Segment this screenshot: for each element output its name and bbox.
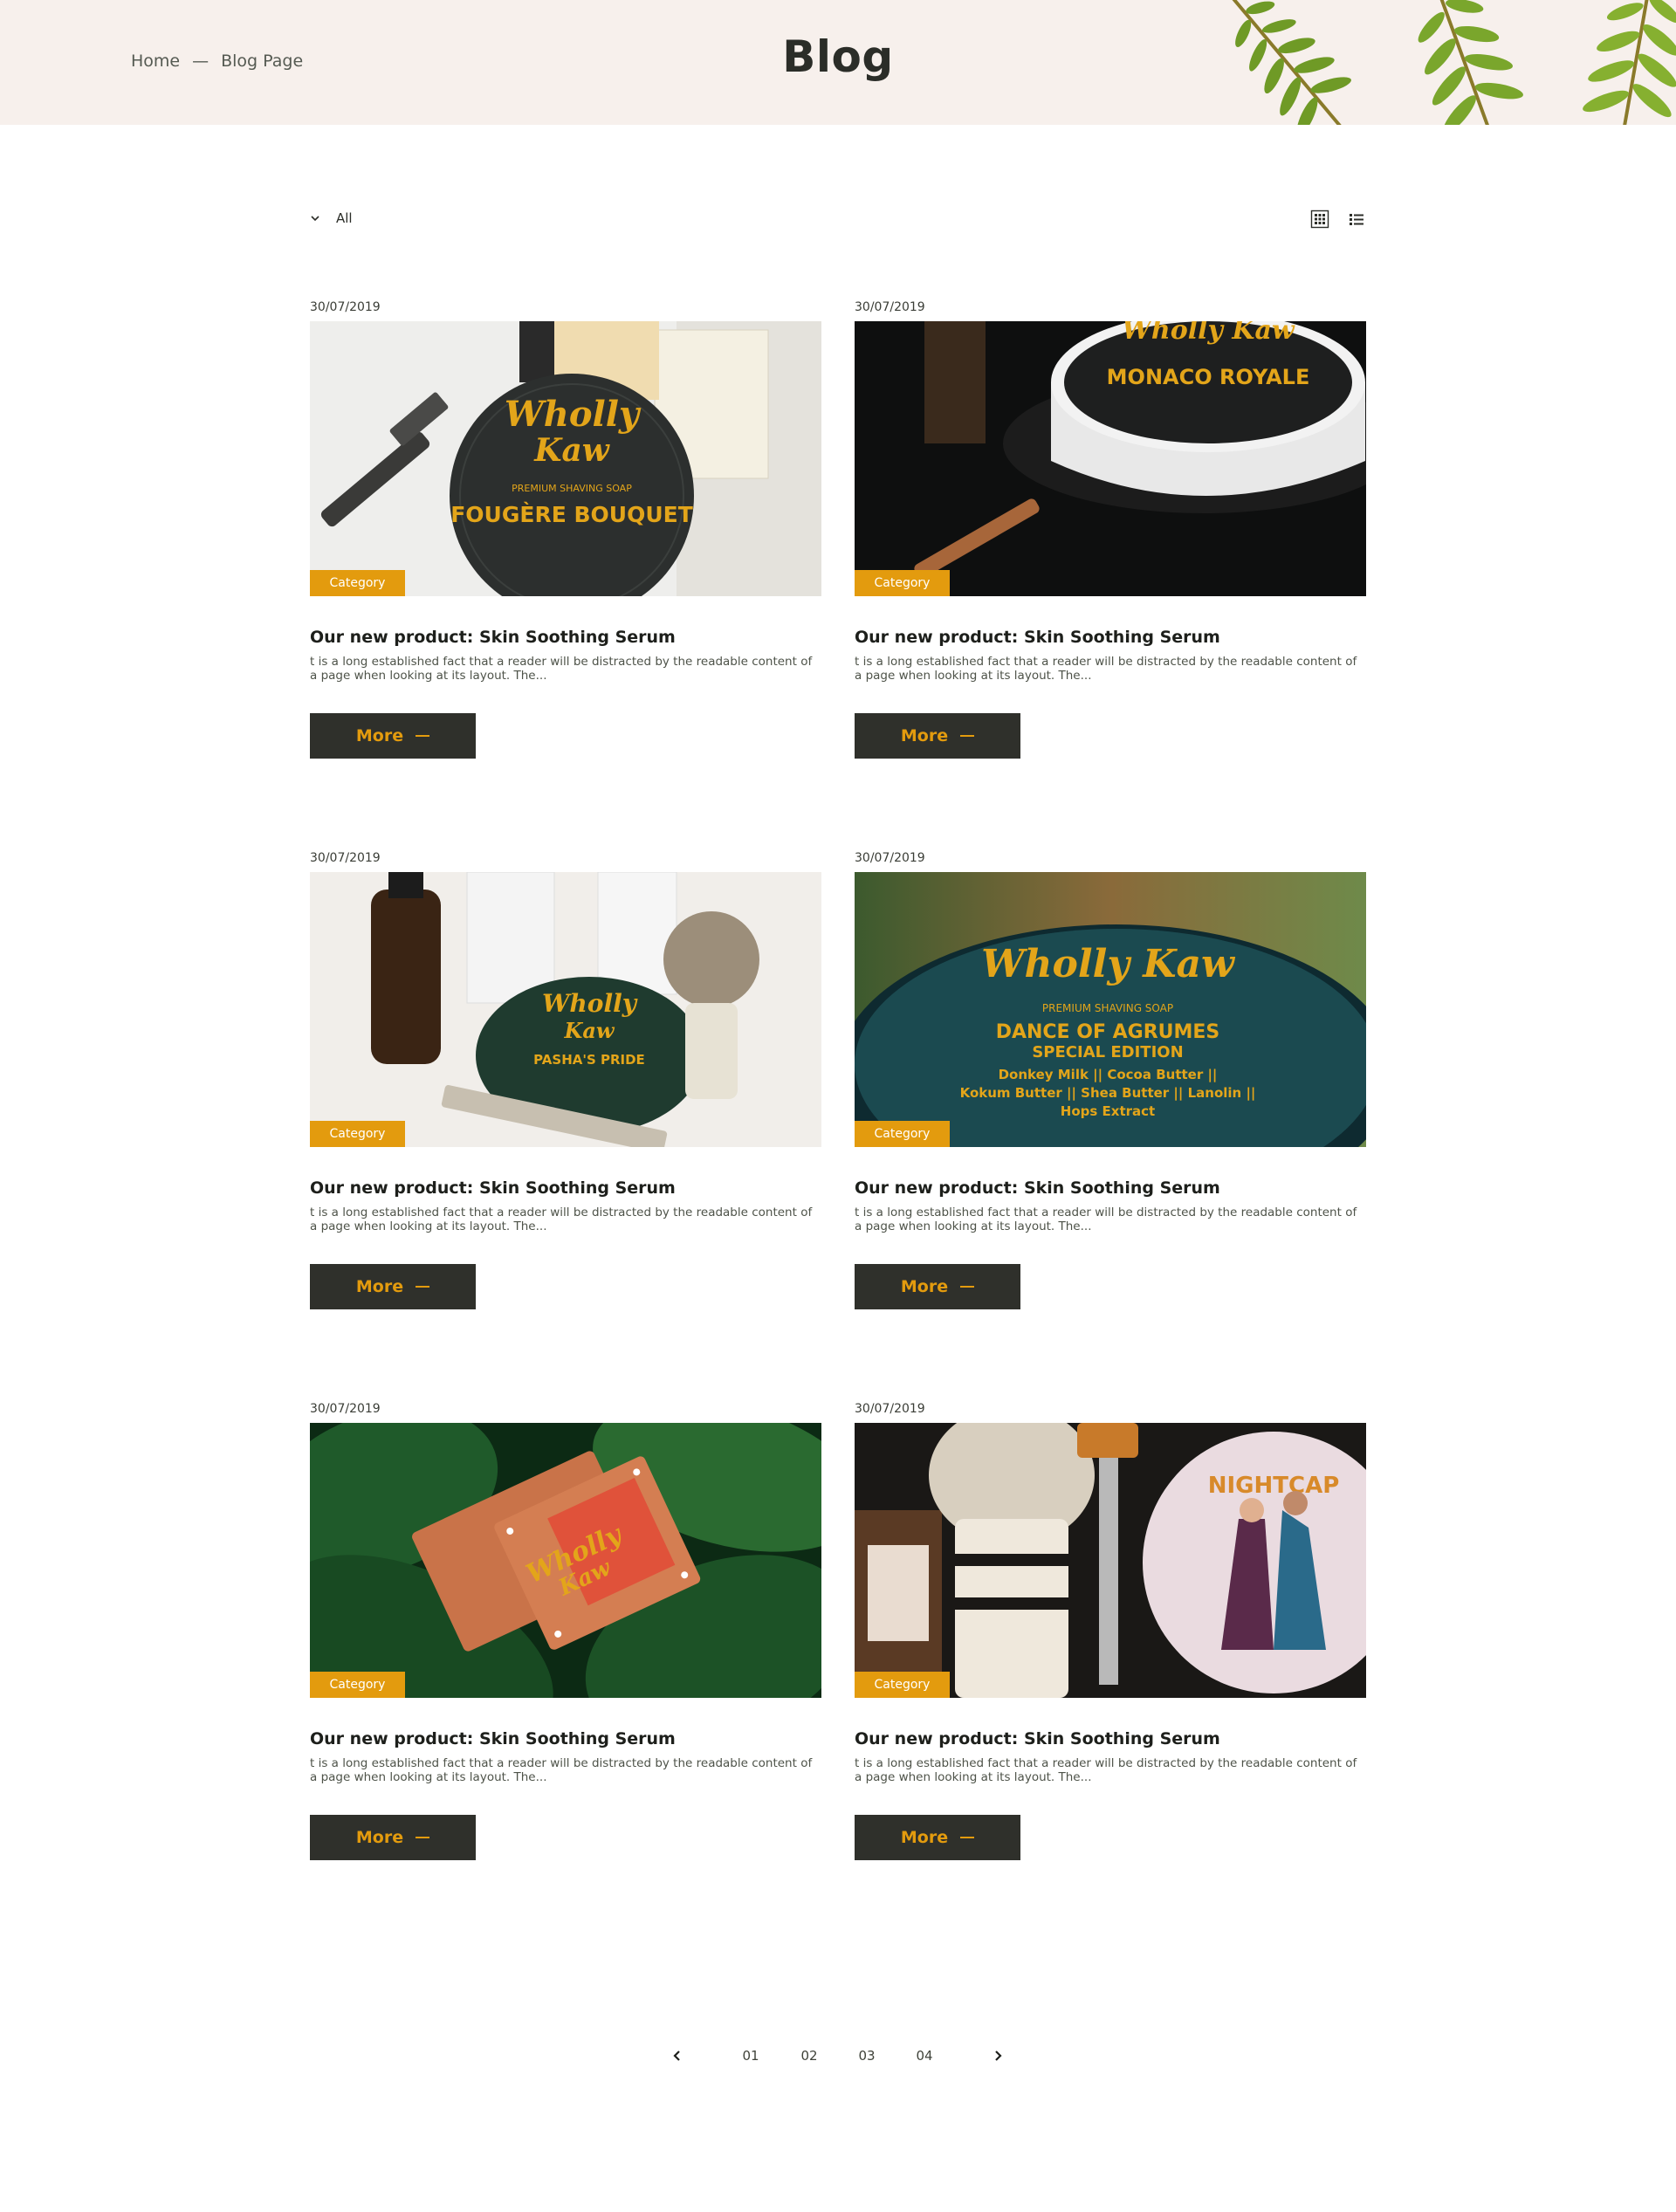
- post-image-graphic: Wholly Kaw PASHA'S PRIDE: [310, 872, 821, 1147]
- fern-leaves-decoration: [1213, 0, 1676, 125]
- post-image[interactable]: Wholly Kaw Category: [310, 1423, 821, 1698]
- pagination: 01 02 03 04: [0, 2043, 1676, 2069]
- post-image[interactable]: Wholly Kaw PREMIUM SHAVING SOAP DANCE OF…: [855, 872, 1366, 1147]
- pagination-next-button[interactable]: [987, 2043, 1008, 2069]
- svg-text:PREMIUM SHAVING SOAP: PREMIUM SHAVING SOAP: [512, 483, 632, 494]
- post-title[interactable]: Our new product: Skin Soothing Serum: [855, 1178, 1366, 1198]
- chevron-right-icon: [995, 2051, 1002, 2061]
- svg-text:FOUGÈRE BOUQUET: FOUGÈRE BOUQUET: [450, 502, 693, 527]
- post-date: 30/07/2019: [310, 1402, 381, 1416]
- post-title[interactable]: Our new product: Skin Soothing Serum: [310, 1729, 821, 1748]
- blog-post-card: 30/07/2019 Wholly Kaw PASHA'S PRIDE Cate…: [310, 851, 821, 1309]
- category-badge[interactable]: Category: [310, 570, 405, 596]
- category-filter-value: All: [336, 210, 353, 226]
- post-excerpt: t is a long established fact that a read…: [310, 1756, 813, 1784]
- read-more-button[interactable]: More: [855, 1264, 1020, 1309]
- dash-icon: [960, 735, 975, 737]
- post-image[interactable]: Wholly Kaw MONACO ROYALE Category: [855, 321, 1366, 596]
- pagination-page-1[interactable]: 01: [738, 2043, 764, 2069]
- post-excerpt: t is a long established fact that a read…: [855, 655, 1357, 683]
- post-date: 30/07/2019: [310, 300, 381, 314]
- svg-text:PREMIUM SHAVING SOAP: PREMIUM SHAVING SOAP: [1042, 1002, 1173, 1014]
- read-more-button[interactable]: More: [855, 1815, 1020, 1860]
- pagination-page-3[interactable]: 03: [854, 2043, 880, 2069]
- chevron-left-icon: [673, 2051, 680, 2061]
- svg-text:Wholly Kaw: Wholly Kaw: [981, 942, 1236, 986]
- post-image-graphic: Wholly Kaw PREMIUM SHAVING SOAP DANCE OF…: [855, 872, 1366, 1147]
- blog-post-card: 30/07/2019 Wholly Kaw MONACO ROYALE Cate…: [855, 300, 1366, 759]
- read-more-label: More: [355, 1828, 404, 1847]
- svg-text:Wholly Kaw: Wholly Kaw: [1122, 321, 1295, 346]
- post-image-graphic: NIGHTCAP: [855, 1423, 1366, 1698]
- post-excerpt: t is a long established fact that a read…: [855, 1206, 1357, 1233]
- read-more-button[interactable]: More: [310, 1815, 476, 1860]
- page-header: Home — Blog Page Blog: [0, 0, 1676, 125]
- grid-view-icon[interactable]: [1310, 210, 1329, 229]
- category-badge[interactable]: Category: [855, 1121, 950, 1147]
- post-title[interactable]: Our new product: Skin Soothing Serum: [310, 628, 821, 647]
- post-date: 30/07/2019: [855, 1402, 925, 1416]
- list-view-icon[interactable]: [1347, 210, 1366, 229]
- read-more-label: More: [355, 1277, 404, 1296]
- category-filter-dropdown[interactable]: All: [310, 210, 353, 226]
- post-excerpt: t is a long established fact that a read…: [855, 1756, 1357, 1784]
- blog-toolbar: All: [310, 207, 1366, 235]
- svg-text:MONACO ROYALE: MONACO ROYALE: [1107, 365, 1310, 389]
- post-date: 30/07/2019: [855, 300, 925, 314]
- post-title[interactable]: Our new product: Skin Soothing Serum: [855, 628, 1366, 647]
- post-title[interactable]: Our new product: Skin Soothing Serum: [310, 1178, 821, 1198]
- read-more-label: More: [900, 726, 949, 745]
- svg-text:Donkey Milk || Cocoa Butter ||: Donkey Milk || Cocoa Butter ||: [999, 1067, 1218, 1083]
- view-toggle: [1310, 210, 1366, 229]
- category-badge[interactable]: Category: [855, 570, 950, 596]
- pagination-prev-button[interactable]: [667, 2043, 688, 2069]
- svg-text:NIGHTCAP: NIGHTCAP: [1208, 1473, 1340, 1499]
- svg-text:Hops Extract: Hops Extract: [1061, 1103, 1155, 1119]
- post-title[interactable]: Our new product: Skin Soothing Serum: [855, 1729, 1366, 1748]
- svg-text:Wholly: Wholly: [505, 394, 642, 435]
- read-more-label: More: [900, 1828, 949, 1847]
- chevron-down-icon: [311, 216, 319, 222]
- blog-post-card: 30/07/2019 Wholly Kaw PREMIUM SHAVING SO…: [855, 851, 1366, 1309]
- read-more-button[interactable]: More: [310, 713, 476, 759]
- dash-icon: [960, 1837, 975, 1838]
- post-date: 30/07/2019: [855, 851, 925, 865]
- svg-text:Kaw: Kaw: [563, 1018, 615, 1043]
- svg-text:Wholly: Wholly: [542, 989, 638, 1018]
- post-excerpt: t is a long established fact that a read…: [310, 655, 813, 683]
- read-more-label: More: [900, 1277, 949, 1296]
- post-image-graphic: Wholly Kaw PREMIUM SHAVING SOAP FOUGÈRE …: [310, 321, 821, 596]
- dash-icon: [416, 1837, 430, 1838]
- category-badge[interactable]: Category: [310, 1121, 405, 1147]
- post-image-graphic: Wholly Kaw: [310, 1423, 821, 1698]
- dash-icon: [416, 1286, 430, 1288]
- pagination-page-2[interactable]: 02: [796, 2043, 822, 2069]
- svg-text:DANCE OF AGRUMES: DANCE OF AGRUMES: [996, 1021, 1220, 1043]
- blog-post-card: 30/07/2019 NIGHTCAP Category Our new pro…: [855, 1402, 1366, 1860]
- read-more-button[interactable]: More: [855, 713, 1020, 759]
- category-badge[interactable]: Category: [310, 1672, 405, 1698]
- pagination-page-4[interactable]: 04: [911, 2043, 938, 2069]
- read-more-button[interactable]: More: [310, 1264, 476, 1309]
- read-more-label: More: [355, 726, 404, 745]
- blog-post-card: 30/07/2019 Wholly Kaw PREMIUM SHAVING SO…: [310, 300, 821, 759]
- dash-icon: [416, 735, 430, 737]
- dash-icon: [960, 1286, 975, 1288]
- post-excerpt: t is a long established fact that a read…: [310, 1206, 813, 1233]
- category-badge[interactable]: Category: [855, 1672, 950, 1698]
- svg-text:Kokum Butter || Shea Butter ||: Kokum Butter || Shea Butter || Lanolin |…: [960, 1085, 1256, 1102]
- post-date: 30/07/2019: [310, 851, 381, 865]
- post-image[interactable]: Wholly Kaw PASHA'S PRIDE Category: [310, 872, 821, 1147]
- post-image[interactable]: NIGHTCAP Category: [855, 1423, 1366, 1698]
- svg-text:SPECIAL EDITION: SPECIAL EDITION: [1032, 1043, 1183, 1061]
- blog-post-card: 30/07/2019 Wholly Kaw Category Our new p…: [310, 1402, 821, 1860]
- svg-text:Kaw: Kaw: [533, 432, 611, 469]
- post-image-graphic: Wholly Kaw MONACO ROYALE: [855, 321, 1366, 596]
- svg-text:PASHA'S PRIDE: PASHA'S PRIDE: [533, 1052, 645, 1068]
- post-image[interactable]: Wholly Kaw PREMIUM SHAVING SOAP FOUGÈRE …: [310, 321, 821, 596]
